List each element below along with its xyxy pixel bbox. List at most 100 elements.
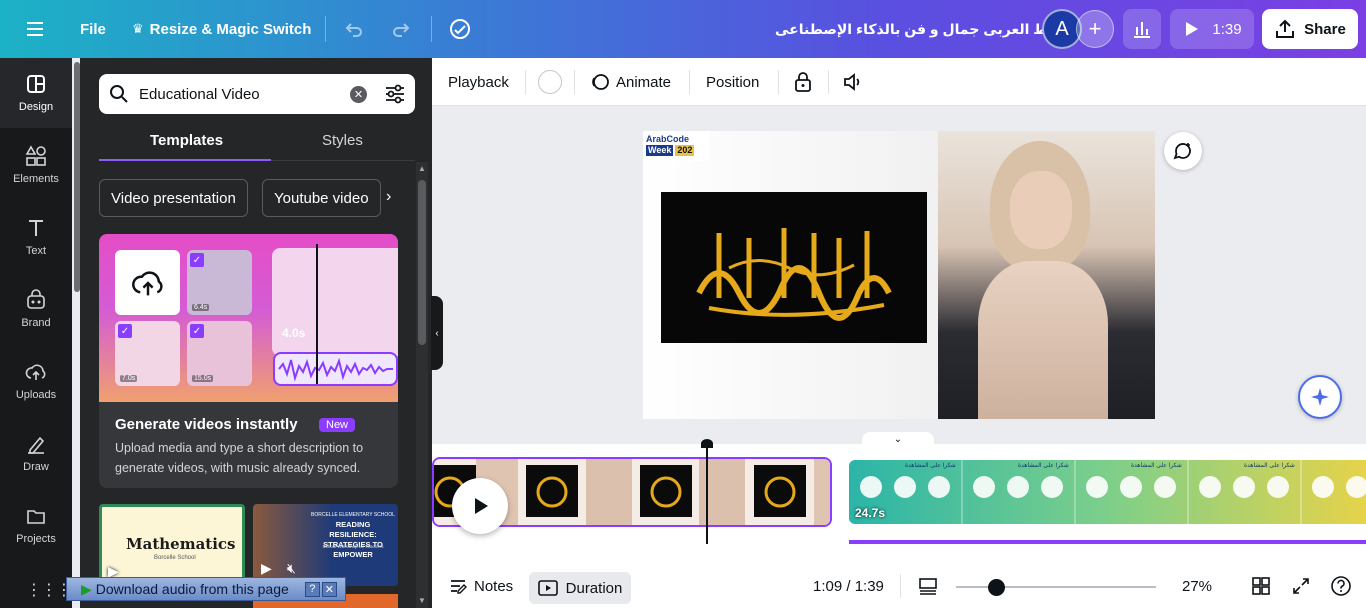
tile-duration: 6.4s xyxy=(192,304,210,311)
tab-styles[interactable]: Styles xyxy=(322,132,363,149)
scroll-up-arrow[interactable]: ▲ xyxy=(418,164,426,173)
search-input[interactable]: Educational Video xyxy=(139,86,260,103)
file-menu-button[interactable]: File xyxy=(80,0,106,58)
undo-button[interactable] xyxy=(343,0,365,58)
portrait-image[interactable] xyxy=(938,131,1155,419)
notes-button[interactable]: Notes xyxy=(448,564,513,608)
divider xyxy=(431,16,432,42)
animate-label: Animate xyxy=(616,73,672,91)
rail-item-text[interactable]: Text xyxy=(0,202,72,272)
play-icon xyxy=(475,498,488,514)
promo-title: Generate videos instantly xyxy=(115,416,298,433)
preview-duration: 4.0s xyxy=(282,326,306,340)
help-icon[interactable]: ? xyxy=(304,581,320,597)
thumbnail-title: Mathematics xyxy=(126,535,236,553)
redo-icon xyxy=(393,23,410,37)
calligraphy-image[interactable] xyxy=(661,192,927,343)
animate-button[interactable]: Animate xyxy=(590,58,671,106)
generate-videos-card[interactable]: ✓ 6.4s ✓ 7.0s ✓ 15.0s 4.0s Generate vide… xyxy=(99,234,398,488)
divider xyxy=(525,70,526,94)
calligraphy-art xyxy=(696,227,892,321)
magic-assistant-button[interactable] xyxy=(1298,375,1342,419)
redo-button[interactable] xyxy=(390,0,412,58)
download-audio-label[interactable]: Download audio from this page xyxy=(96,581,289,597)
rail-item-draw[interactable]: Draw xyxy=(0,418,72,488)
expand-icon xyxy=(1293,578,1309,594)
rail-item-design[interactable]: Design xyxy=(0,58,72,128)
rail-item-uploads[interactable]: Uploads xyxy=(0,346,72,416)
clear-search-icon[interactable]: ✕ xyxy=(350,86,367,103)
chip-video-presentation[interactable]: Video presentation xyxy=(99,179,248,217)
bar-chart-icon xyxy=(1134,22,1150,38)
close-icon[interactable]: ✕ xyxy=(321,581,337,597)
filter-icon[interactable] xyxy=(384,83,406,105)
present-play-button[interactable]: 1:39 xyxy=(1170,9,1254,49)
panel-scrollbar-thumb[interactable] xyxy=(418,180,426,345)
playhead-handle[interactable] xyxy=(701,439,713,448)
zoom-slider-handle[interactable] xyxy=(987,579,1005,596)
fullscreen-button[interactable] xyxy=(1292,564,1310,608)
position-button[interactable]: Position xyxy=(706,58,759,106)
rail-item-elements[interactable]: Elements xyxy=(0,130,72,200)
volume-button[interactable] xyxy=(842,58,864,106)
mute-icon: 🔇︎ xyxy=(287,560,296,576)
chevron-right-icon[interactable]: › xyxy=(386,188,391,206)
color-button[interactable] xyxy=(538,58,562,106)
apps-grid-icon[interactable]: ⋮⋮⋮ xyxy=(26,580,72,600)
tab-templates[interactable]: Templates xyxy=(150,132,223,149)
playhead[interactable] xyxy=(706,446,708,544)
menu-button[interactable] xyxy=(24,0,46,58)
play-icon: ▶ xyxy=(261,560,272,576)
clip-2-caption: شكرا على المشاهدة xyxy=(1244,463,1295,469)
comment-add-icon xyxy=(1173,143,1191,160)
resize-magic-switch-button[interactable]: ♛ Resize & Magic Switch xyxy=(132,0,311,58)
search-box[interactable]: Educational Video ✕ xyxy=(99,74,415,114)
rail-label-design: Design xyxy=(18,101,54,113)
grid-icon xyxy=(1252,577,1270,595)
insights-button[interactable] xyxy=(1123,9,1161,49)
logo-line-2: Week 202 xyxy=(646,145,706,156)
design-canvas[interactable]: ArabCode Week 202 xyxy=(643,131,1155,419)
dog-photo-tile-2: ✓ 15.0s xyxy=(187,321,252,386)
clip-2-duration: 24.7s xyxy=(855,506,886,520)
template-thumbnail-mathematics[interactable]: Mathematics Borcelle School ▶ xyxy=(99,504,245,586)
add-collaborator-button[interactable]: + xyxy=(1076,10,1114,48)
comment-button[interactable] xyxy=(1164,132,1202,170)
tile-duration: 7.0s xyxy=(120,375,138,382)
video-length: 1:39 xyxy=(1212,20,1242,38)
zoom-slider-track[interactable] xyxy=(956,586,1156,588)
rail-item-projects[interactable]: Projects xyxy=(0,490,72,560)
rail-label-elements: Elements xyxy=(13,173,59,185)
clip-2-caption: شكرا على المشاهدة xyxy=(1018,463,1069,469)
design-title[interactable]: الخط العربى جمال و فن بالذكاء الإصطناعى xyxy=(775,0,1068,58)
collapse-panel-handle[interactable]: ‹ xyxy=(431,296,443,370)
timeline-clip-2[interactable]: شكرا على المشاهدة شكرا على المشاهدة شكرا… xyxy=(849,460,1366,524)
portrait-scarf-drape xyxy=(978,261,1108,419)
resize-label: Resize & Magic Switch xyxy=(149,20,312,38)
sparkle-icon xyxy=(1311,388,1329,406)
side-panel: Educational Video ✕ Templates Styles Vid… xyxy=(80,58,432,608)
template-thumbnail-reading-resilience[interactable]: BORCELLE ELEMENTARY SCHOOL READING RESIL… xyxy=(253,504,398,586)
tile-duration: 15.0s xyxy=(192,375,214,382)
audio-track-bar[interactable] xyxy=(849,540,1366,544)
duration-button[interactable]: Duration xyxy=(529,572,631,604)
scene-view-button[interactable] xyxy=(918,564,938,608)
save-status-button[interactable] xyxy=(448,0,472,58)
help-button[interactable] xyxy=(1330,564,1352,608)
timeline-play-button[interactable] xyxy=(452,478,508,534)
rail-item-brand[interactable]: Brand xyxy=(0,274,72,344)
playback-button[interactable]: Playback xyxy=(448,58,509,106)
divider xyxy=(828,70,829,94)
download-audio-bar[interactable]: ▶ Download audio from this page ? ✕ xyxy=(66,577,346,601)
audio-waveform xyxy=(273,352,398,386)
clip-2-frames xyxy=(860,460,1366,524)
scroll-down-arrow[interactable]: ▼ xyxy=(418,596,426,605)
zoom-percent[interactable]: 27% xyxy=(1182,564,1212,608)
grid-view-button[interactable] xyxy=(1252,564,1270,608)
lock-button[interactable] xyxy=(793,58,813,106)
thumbnail-school: BORCELLE ELEMENTARY SCHOOL xyxy=(311,512,395,518)
scenes-icon xyxy=(919,578,937,595)
share-button[interactable]: Share xyxy=(1262,9,1358,49)
speaker-icon xyxy=(844,73,860,91)
chip-youtube-video[interactable]: Youtube video xyxy=(262,179,381,217)
